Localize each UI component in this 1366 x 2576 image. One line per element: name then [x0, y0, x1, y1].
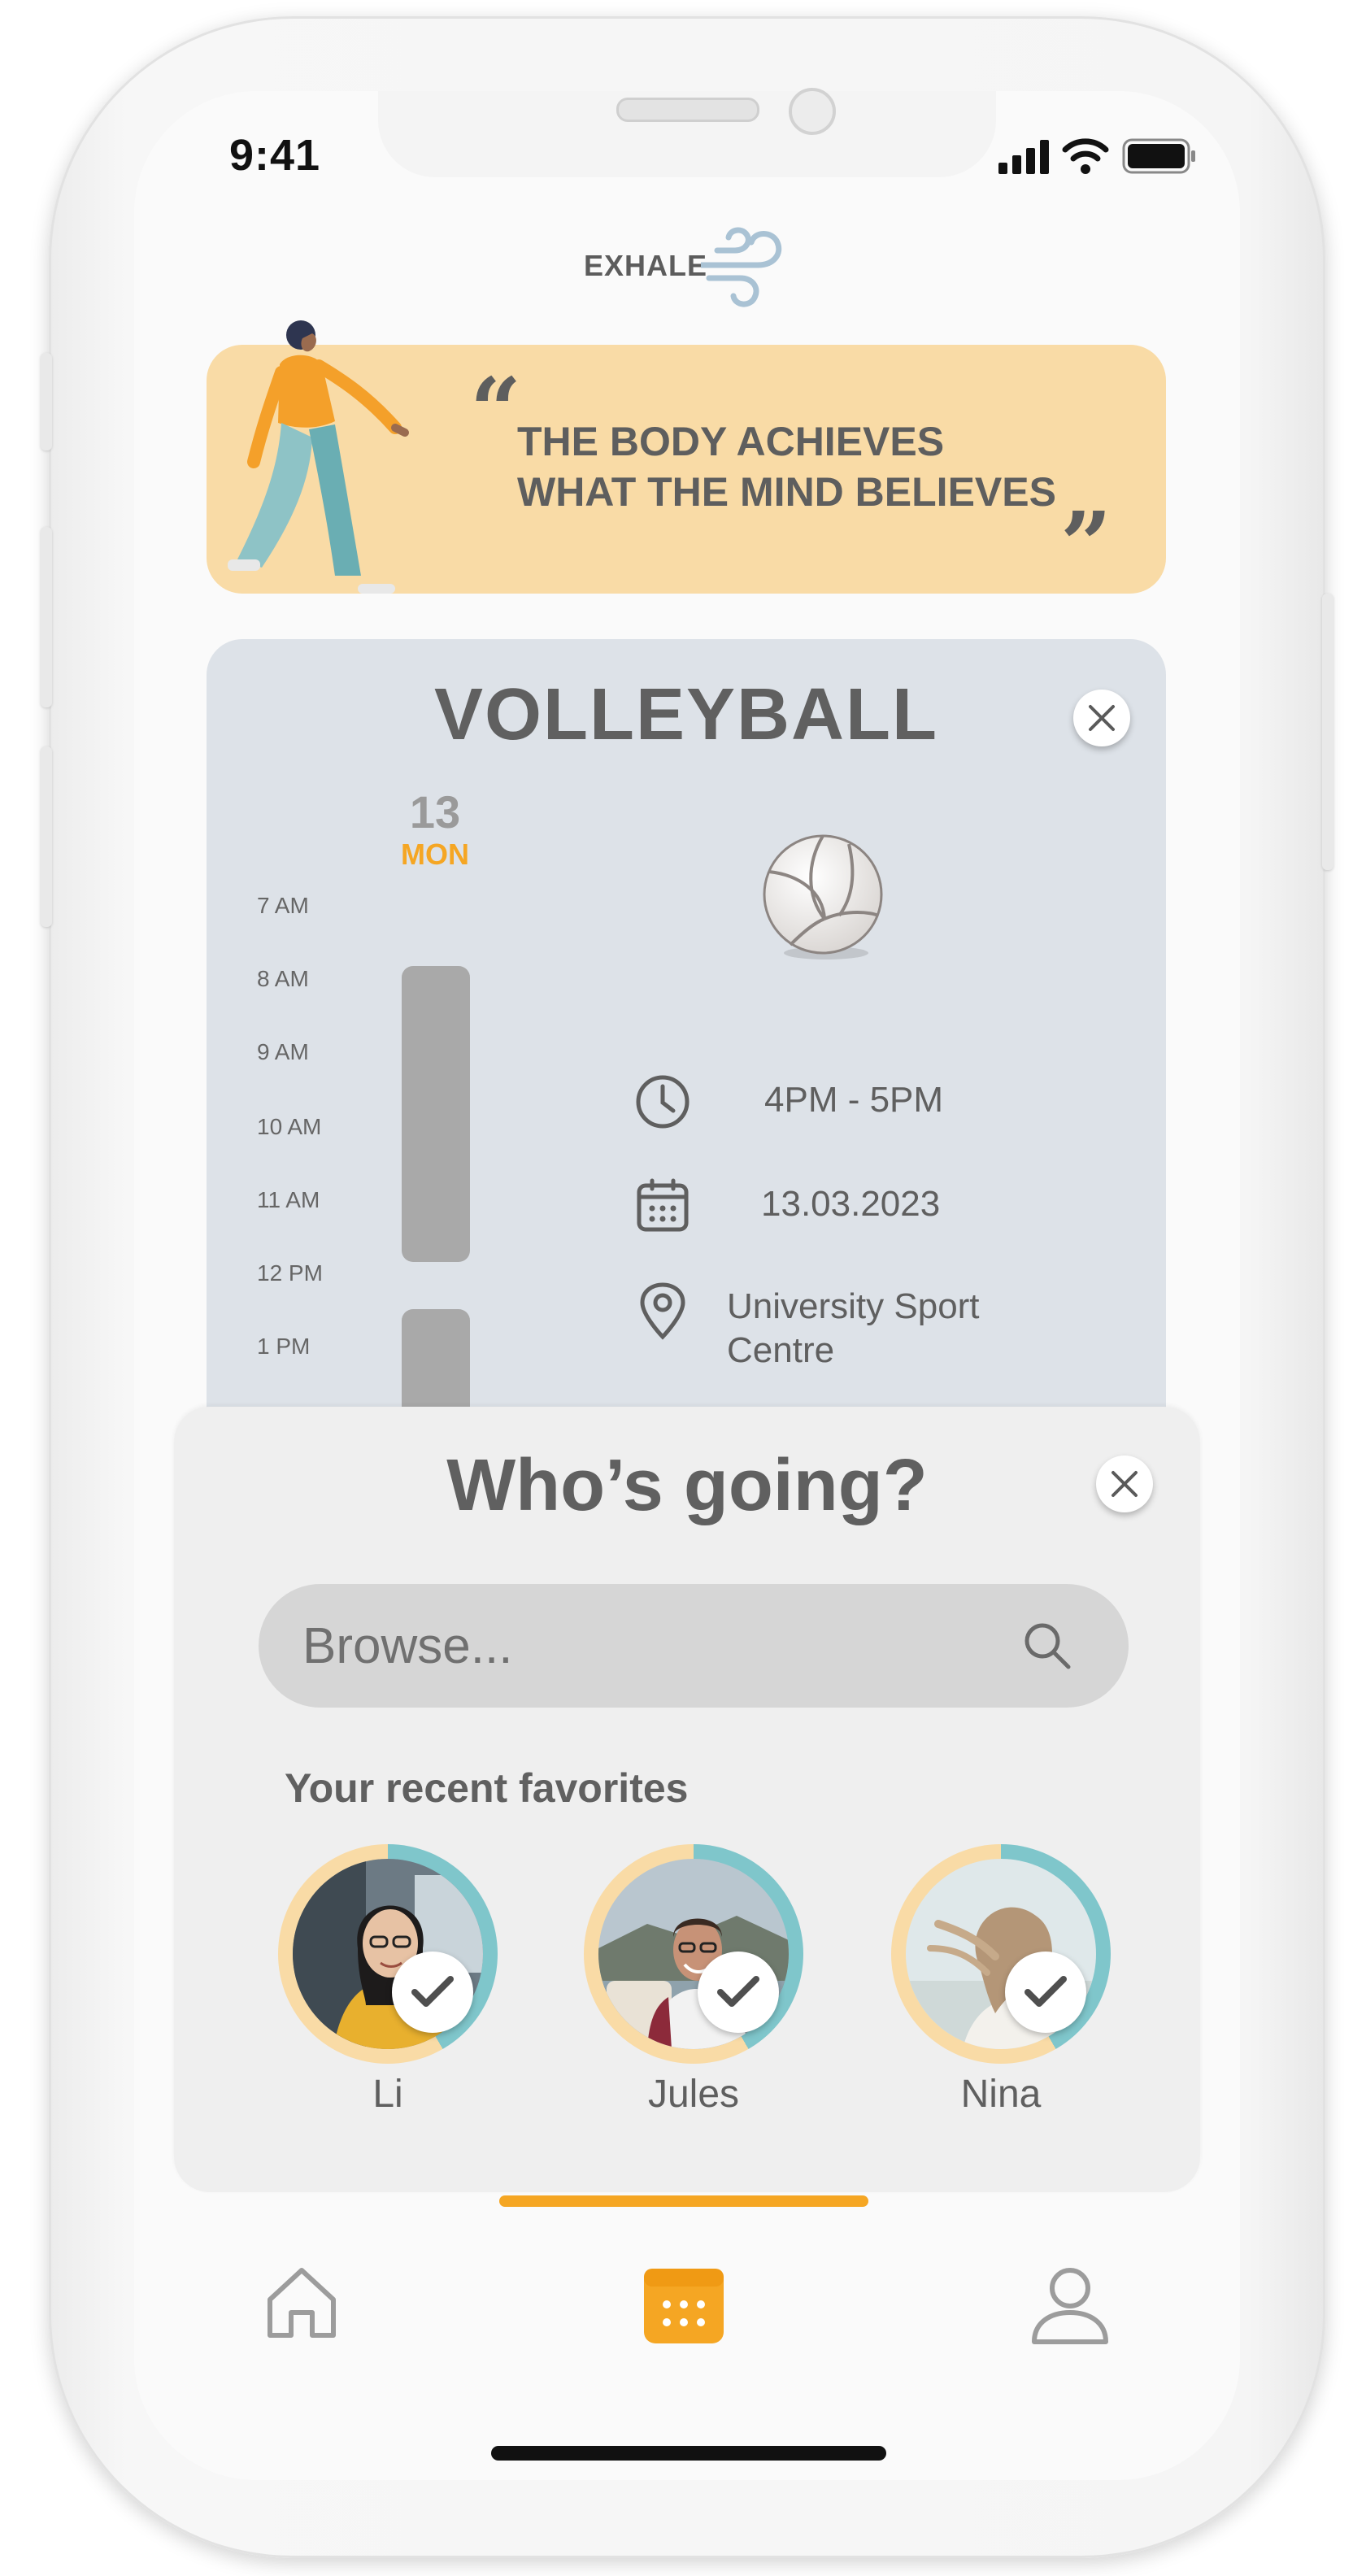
sheet-close-button[interactable]: [1096, 1456, 1153, 1512]
search-bar: [259, 1584, 1129, 1708]
close-icon: [1112, 1471, 1138, 1497]
volume-up-button: [41, 527, 52, 707]
calendar-icon[interactable]: [642, 2264, 725, 2345]
wifi-icon: [1062, 138, 1109, 174]
clock-icon: [636, 1075, 690, 1129]
time-label-1pm: 1 PM: [257, 1334, 311, 1359]
friend-name: Li: [372, 2073, 403, 2116]
event-location-line2: Centre: [727, 1330, 835, 1370]
day-name: MON: [401, 838, 469, 871]
checkmark-icon: [1024, 1976, 1067, 2007]
time-label-12pm: 12 PM: [257, 1260, 323, 1286]
event-time: 4PM - 5PM: [764, 1080, 944, 1120]
event-close-button[interactable]: [1073, 690, 1130, 746]
close-quote-mark: „: [1062, 441, 1114, 546]
calendar-icon: [637, 1178, 689, 1232]
selected-check[interactable]: [392, 1952, 473, 2033]
front-camera: [789, 88, 836, 135]
quote-text: THE BODY ACHIEVES WHAT THE MIND BELIEVES: [517, 419, 1056, 515]
open-quote-mark: “: [470, 358, 522, 463]
day-number: 13: [409, 786, 461, 838]
friend-jules[interactable]: Jules: [584, 1844, 803, 2116]
volume-down-button: [41, 746, 52, 927]
busy-slot[interactable]: [402, 966, 470, 1262]
selected-check[interactable]: [698, 1952, 779, 2033]
app-logo-text: EXHALE: [584, 249, 708, 282]
checkmark-icon: [411, 1976, 454, 2007]
friend-name: Jules: [647, 2073, 740, 2116]
close-icon: [1089, 705, 1115, 731]
location-pin-icon: [640, 1282, 685, 1340]
sheet-title: Who’s going?: [446, 1445, 928, 1526]
friend-nina[interactable]: Nina: [891, 1844, 1111, 2116]
event-location-line1: University Sport: [727, 1286, 980, 1326]
wind-logo-icon: [701, 227, 782, 307]
volleyball-icon: [763, 834, 883, 959]
time-label-10am: 10 AM: [257, 1114, 322, 1139]
checkmark-icon: [717, 1976, 759, 2007]
speaker-grille: [616, 98, 759, 122]
status-time: 9:41: [229, 131, 321, 180]
battery-icon: [1122, 138, 1195, 174]
home-indicator-bar: [491, 2446, 886, 2461]
time-label-11am: 11 AM: [257, 1187, 320, 1212]
time-label-8am: 8 AM: [257, 966, 309, 991]
search-input[interactable]: [302, 1584, 1002, 1708]
time-label-7am: 7 AM: [257, 893, 309, 918]
active-tab-indicator: [499, 2195, 868, 2207]
power-button: [1322, 594, 1333, 870]
time-label-9am: 9 AM: [257, 1039, 309, 1064]
favorites-heading: Your recent favorites: [285, 1765, 689, 1811]
selected-check[interactable]: [1005, 1952, 1086, 2033]
profile-icon[interactable]: [1029, 2265, 1111, 2347]
friend-li[interactable]: Li: [278, 1844, 498, 2116]
event-title: VOLLEYBALL: [434, 674, 938, 755]
friend-name: Nina: [960, 2073, 1042, 2116]
event-date: 13.03.2023: [761, 1184, 941, 1224]
mute-switch: [41, 353, 52, 450]
search-icon[interactable]: [1021, 1620, 1073, 1672]
home-icon[interactable]: [262, 2264, 342, 2343]
walking-person-illustration: [228, 320, 409, 594]
signal-icon: [998, 140, 1049, 174]
